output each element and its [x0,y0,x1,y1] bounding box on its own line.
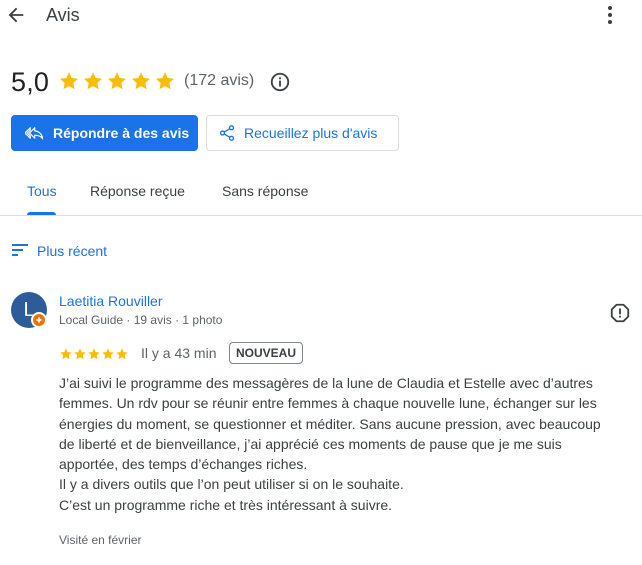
tab-all[interactable]: Tous [27,183,57,199]
star-icon [60,348,72,360]
review-count: (172 avis) [184,72,255,89]
sort-icon[interactable] [12,243,28,257]
more-vert-icon [608,6,612,24]
sort-selector[interactable]: Plus récent [37,243,107,259]
report-review-button[interactable] [609,302,631,324]
arrow-left-icon [8,7,24,23]
star-icon [116,348,128,360]
reply-to-reviews-label: Répondre à des avis [53,125,190,141]
tabs-divider [0,215,642,216]
star-icon [88,348,100,360]
page-title: Avis [46,5,80,25]
star-icon [60,72,78,90]
more-options-button[interactable] [600,4,620,26]
rating-stars [58,70,176,92]
star-icon [108,72,126,90]
report-icon [610,303,630,323]
star-icon [156,72,174,90]
tab-unanswered[interactable]: Sans réponse [222,183,308,199]
collect-reviews-button[interactable]: Recueillez plus d'avis [206,115,399,151]
star-icon [84,72,102,90]
average-rating: 5,0 [11,67,50,97]
star-icon [102,348,114,360]
new-badge: NOUVEAU [229,342,304,364]
local-guide-badge-icon [31,312,47,328]
reply-all-icon [25,127,43,140]
reply-to-reviews-button[interactable]: Répondre à des avis [11,115,198,151]
visit-date: Visité en février [59,533,142,547]
reviewer-meta: Local Guide · 19 avis · 1 photo [59,313,223,327]
back-button[interactable] [5,4,27,26]
review-text: J’ai suivi le programme des messagères d… [59,375,601,513]
collect-reviews-label: Recueillez plus d'avis [244,125,378,141]
info-icon [270,72,290,92]
reviewer-name[interactable]: Laetitia Rouviller [59,293,163,309]
review-time: Il y a 43 min [141,345,217,361]
star-icon [74,348,86,360]
tab-replied[interactable]: Réponse reçue [90,183,185,199]
review-stars [59,347,129,361]
share-icon [219,125,235,141]
info-button[interactable] [269,71,291,93]
star-icon [132,72,150,90]
